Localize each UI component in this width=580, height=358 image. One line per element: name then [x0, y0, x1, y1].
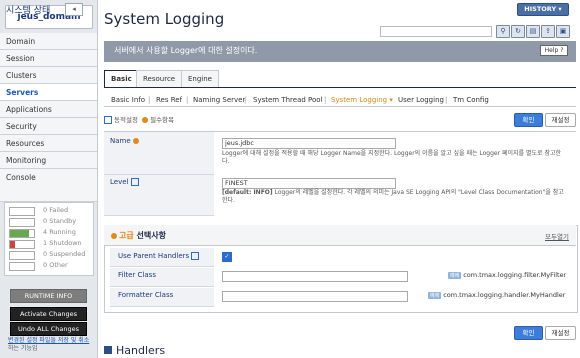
subtab-separator: | — [186, 96, 189, 104]
subtab-system-thread-pool[interactable]: System Thread Pool — [253, 96, 323, 104]
state-other: 0 Other — [7, 260, 93, 271]
changes-note: 변경된 설정 파일들 저장 및 취소하는 기능입 — [8, 337, 90, 353]
tab-basic[interactable]: Basic — [104, 70, 139, 88]
sidebar-item-applications[interactable]: Applications — [0, 101, 97, 118]
tab-divider — [104, 87, 576, 88]
level-help: [default: INFO] Logger의 레벨을 설정한다. 각 레벨의 … — [222, 189, 564, 204]
changes-note-text: 하는 기능입 — [8, 345, 38, 352]
legend-dynamic: 동적설정 — [114, 116, 138, 124]
legend: 동적설정 필수항목 — [104, 114, 174, 124]
help-button[interactable]: Help ? — [540, 45, 568, 56]
state-suspended: 0 Suspended — [7, 249, 93, 260]
state-bar — [9, 262, 35, 271]
dynamic-setting-icon — [104, 116, 112, 124]
confirm-button[interactable]: 확인 — [514, 113, 543, 127]
system-state-label: 시스템 상태 — [6, 6, 51, 16]
sidebar-item-domain[interactable]: Domain — [0, 33, 97, 50]
state-bar — [9, 207, 35, 216]
subtab-tm-config[interactable]: Tm Config — [453, 96, 489, 104]
subtab-res-ref[interactable]: Res Ref — [156, 96, 182, 104]
level-select[interactable]: FINEST — [222, 178, 396, 189]
advanced-header — [104, 225, 576, 246]
subtab-separator: | — [324, 96, 327, 104]
name-input[interactable]: jeus.jdbc — [222, 138, 396, 149]
filter-class-example: 예제 com.tmax.logging.filter.MyFilter — [448, 271, 567, 279]
state-label: 1 Shutdown — [43, 239, 82, 247]
handlers-title: Handlers — [116, 344, 166, 357]
state-running: 4 Running — [7, 227, 93, 238]
state-label: 0 Other — [43, 261, 68, 269]
sidebar-item-clusters[interactable]: Clusters — [0, 67, 97, 84]
subtab-user-logging[interactable]: User Logging — [398, 96, 444, 104]
subtab-naming-server[interactable]: Naming Server — [193, 96, 245, 104]
undo-all-changes-button[interactable]: Undo ALL Changes — [10, 322, 87, 336]
runtime-info-button[interactable]: RUNTIME INFO — [10, 289, 87, 303]
state-label: 0 Standby — [43, 217, 77, 225]
state-label: 0 Failed — [43, 206, 69, 214]
reset-button[interactable]: 재설정 — [545, 113, 576, 127]
refresh-icon[interactable]: ↻ — [511, 25, 525, 38]
system-state-panel: 0 Failed 0 Standby 4 Running 1 Shutdown … — [4, 202, 94, 276]
system-state-toggle-icon[interactable]: ◂ — [65, 3, 83, 16]
subtab-separator: | — [244, 96, 247, 104]
sidebar-item-session[interactable]: Session — [0, 50, 97, 67]
subtab-separator: | — [445, 96, 448, 104]
page-title: System Logging — [104, 10, 225, 28]
sidebar-item-resources[interactable]: Resources — [0, 135, 97, 152]
required-icon — [142, 117, 149, 123]
sidebar-item-servers[interactable]: Servers — [0, 84, 97, 101]
search-input[interactable] — [380, 26, 492, 37]
system-state-header — [0, 183, 97, 202]
state-shutdown: 1 Shutdown — [7, 238, 93, 249]
required-icon — [132, 138, 139, 144]
changes-note-link[interactable]: 변경된 설정 파일들 저장 및 취소 — [8, 337, 89, 344]
subtab-system-logging[interactable]: System Logging ▾ — [331, 96, 393, 104]
page-description: 서버에서 사용할 Logger에 대한 설정이다. — [114, 46, 258, 55]
reset-button[interactable]: 재설정 — [545, 326, 576, 340]
dynamic-setting-icon — [191, 252, 200, 260]
dynamic-setting-icon — [130, 178, 139, 186]
activate-changes-button[interactable]: Activate Changes — [10, 307, 87, 321]
use-parent-handlers-checkbox[interactable]: ✓ — [222, 252, 232, 262]
advanced-title: 고급 선택사항 — [111, 230, 166, 241]
formatter-class-input[interactable] — [222, 291, 408, 302]
tab-engine[interactable]: Engine — [181, 70, 219, 88]
state-fill — [10, 241, 15, 248]
subtab-basic-info[interactable]: Basic Info — [111, 96, 145, 104]
legend-required: 필수항목 — [150, 116, 174, 124]
state-label: 0 Suspended — [43, 250, 86, 258]
sidebar-item-security[interactable]: Security — [0, 118, 97, 135]
tab-resource[interactable]: Resource — [136, 70, 183, 88]
state-failed: 0 Failed — [7, 205, 93, 216]
sidebar-item-monitoring[interactable]: Monitoring — [0, 152, 97, 169]
state-bar — [9, 240, 35, 249]
search-icon[interactable]: ⚲ — [496, 25, 510, 38]
state-bar — [9, 218, 35, 227]
formatter-class-label: Formatter Class — [118, 291, 174, 299]
filter-class-input[interactable] — [222, 271, 408, 282]
formatter-class-example: 예제 com.tmax.logging.handler.MyHandler — [428, 291, 566, 299]
state-label: 4 Running — [43, 228, 76, 236]
level-label: Level — [110, 178, 141, 186]
state-fill — [10, 230, 30, 237]
expand-all-link[interactable]: 모두열기 — [545, 231, 569, 241]
name-help: Logger에 대해 설정을 적용할 때 해당 Logger Name을 지정한… — [222, 150, 562, 165]
export-icon[interactable]: ⇪ — [541, 25, 555, 38]
filter-class-label: Filter Class — [118, 271, 156, 279]
window-icon[interactable]: ▣ — [556, 25, 570, 38]
handlers-icon — [104, 346, 112, 354]
subtab-separator: | — [148, 96, 151, 104]
confirm-button[interactable]: 확인 — [514, 326, 543, 340]
history-button[interactable]: HISTORY ▾ — [517, 3, 569, 16]
name-label: Name — [110, 137, 141, 145]
print-icon[interactable]: ▤ — [526, 25, 540, 38]
basic-form: Name jeus.jdbc Logger에 대해 설정을 적용할 때 해당 L… — [104, 131, 576, 216]
state-bar — [9, 229, 35, 238]
advanced-icon — [111, 232, 117, 239]
use-parent-label: Use Parent Handlers — [118, 252, 201, 260]
state-standby: 0 Standby — [7, 216, 93, 227]
state-bar — [9, 251, 35, 260]
